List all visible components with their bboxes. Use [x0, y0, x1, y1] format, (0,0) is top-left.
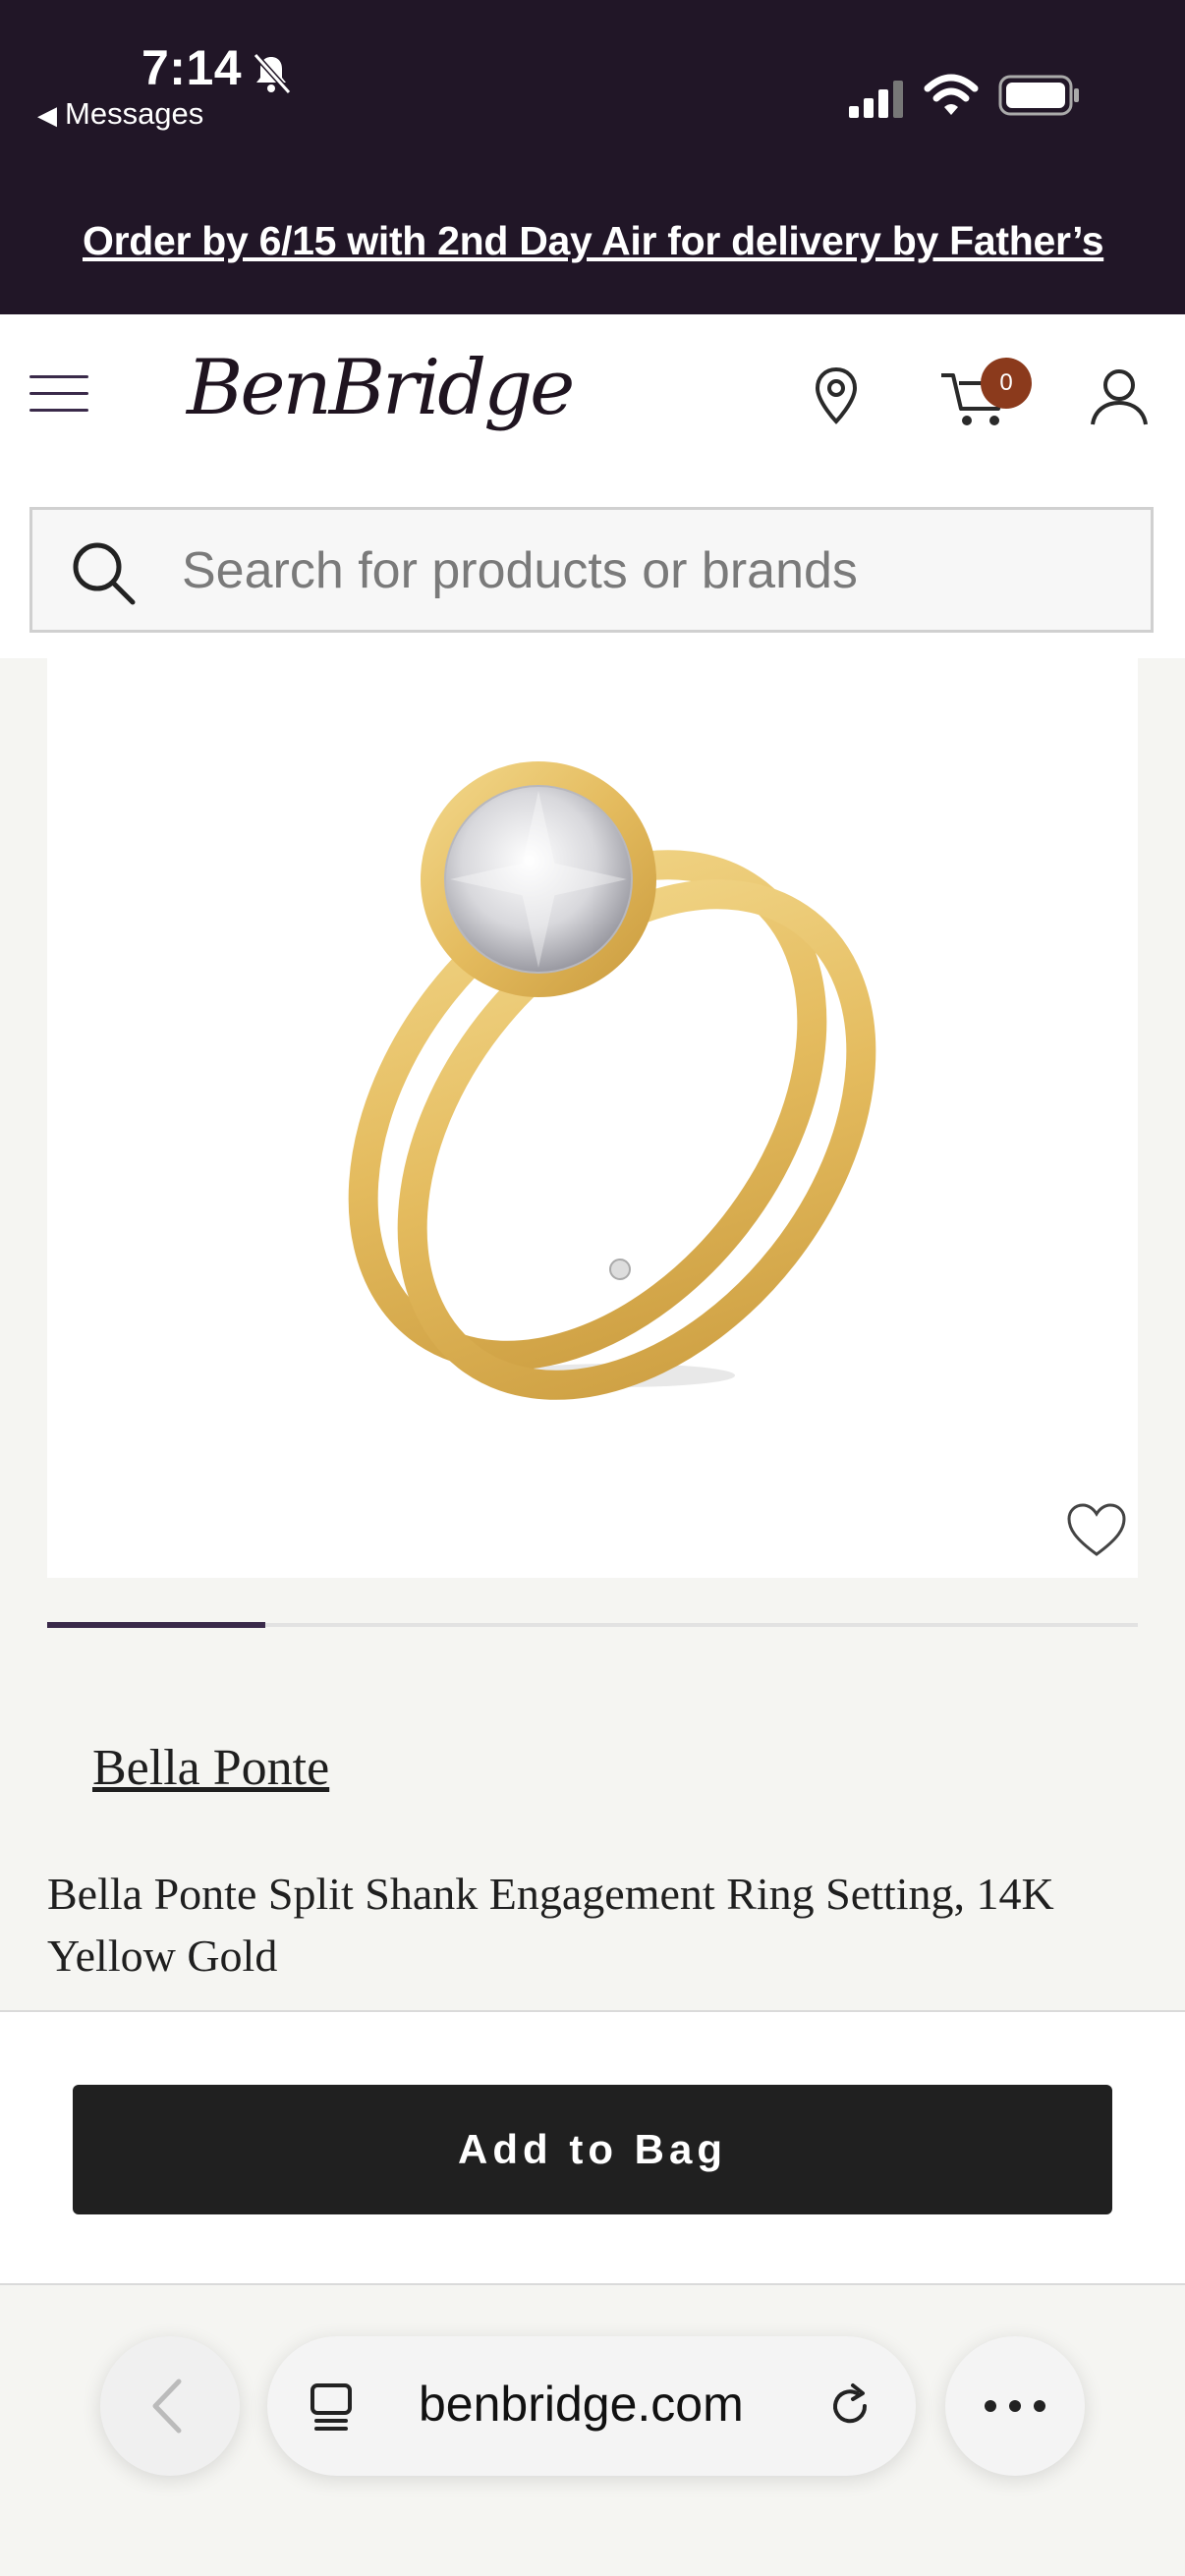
browser-back-button[interactable]	[100, 2336, 240, 2476]
search-area	[0, 491, 1185, 658]
wifi-icon	[924, 74, 979, 115]
site-logo[interactable]: BenBridge	[187, 344, 575, 432]
carousel-indicator	[47, 1622, 265, 1628]
product-brand-link[interactable]: Bella Ponte	[92, 1739, 329, 1797]
bell-slash-icon	[253, 52, 292, 94]
top-banner: 7:14 ◀ Messages Order by 6/15 with 2nd Da…	[0, 0, 1185, 314]
user-icon[interactable]	[1085, 362, 1154, 430]
ring-image	[348, 761, 876, 1400]
address-bar[interactable]: benbridge.com	[267, 2336, 916, 2476]
product-title: Bella Ponte Split Shank Engagement Ring …	[47, 1869, 1054, 1981]
back-label: Messages	[65, 96, 204, 131]
search-icon[interactable]	[68, 537, 139, 608]
url-text: benbridge.com	[419, 2377, 744, 2432]
tabs-icon[interactable]	[307, 2380, 360, 2433]
add-to-bag-panel: Add to Bag	[0, 2010, 1185, 2285]
search-input[interactable]	[180, 510, 1117, 632]
reload-icon[interactable]	[823, 2380, 876, 2433]
browser-toolbar: benbridge.com	[0, 2285, 1185, 2576]
chevron-left-icon	[152, 2379, 182, 2434]
back-to-messages[interactable]: ◀ Messages	[37, 96, 203, 132]
search-box[interactable]	[29, 507, 1154, 633]
location-pin-icon[interactable]	[802, 362, 871, 430]
product-image[interactable]	[47, 658, 1138, 1578]
promo-link[interactable]: Order by 6/15 with 2nd Day Air for deliv…	[0, 218, 1185, 264]
signal-icon	[849, 81, 903, 118]
status-time: 7:14	[141, 40, 243, 95]
add-to-bag-button[interactable]: Add to Bag	[73, 2085, 1112, 2214]
more-button[interactable]	[945, 2336, 1085, 2476]
more-icon	[985, 2400, 1045, 2412]
menu-icon[interactable]	[29, 375, 88, 424]
heart-icon[interactable]	[1065, 1501, 1128, 1560]
battery-icon	[998, 75, 1079, 116]
site-header: BenBridge 0	[0, 314, 1185, 491]
cart-count-badge: 0	[981, 358, 1032, 409]
